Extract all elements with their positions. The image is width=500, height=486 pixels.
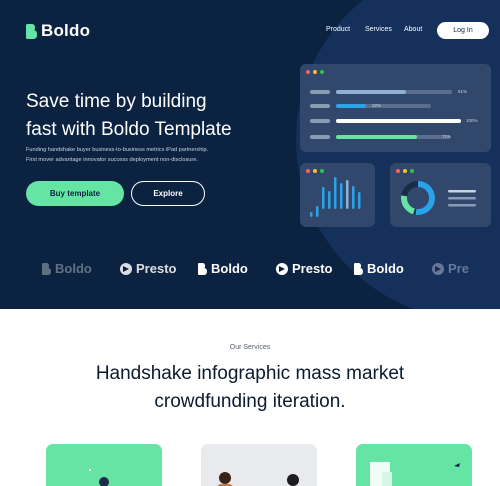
- page: Boldo Product Services About Log In Save…: [0, 0, 500, 486]
- legend-line: [448, 190, 476, 193]
- progress-row: 71%: [310, 134, 451, 139]
- progress-row: 61%: [310, 89, 467, 94]
- chart-bar: [328, 191, 331, 209]
- chart-bar: [310, 212, 313, 217]
- hero-title-line: Save time by building: [26, 91, 207, 112]
- boldo-logo-icon: [354, 262, 363, 275]
- hero-description-line: First mover advantage innovator success …: [26, 157, 198, 163]
- boldo-logo-icon: [42, 262, 51, 275]
- chart-bar: [334, 177, 337, 209]
- progress-bullet: [310, 90, 330, 94]
- buy-template-button[interactable]: Buy template: [26, 181, 124, 206]
- progress-bullet: [310, 119, 330, 123]
- chart-bar: [358, 192, 361, 209]
- chart-bar: [352, 186, 355, 209]
- brand-logo-boldo: Boldo: [42, 261, 92, 276]
- progress-label: 61%: [458, 89, 468, 94]
- brand-name: Pre: [448, 261, 469, 276]
- hero-title-line: fast with Boldo Template: [26, 119, 232, 140]
- hero-description: Funding handshake buyer business-to-busi…: [26, 145, 276, 165]
- progress-fill: [336, 90, 406, 94]
- nav-services[interactable]: Services: [365, 26, 392, 33]
- brand-logo-presto: Presto: [120, 261, 176, 276]
- boldo-logo-icon: [198, 262, 207, 275]
- brand-logo-presto: Pre: [432, 261, 469, 276]
- presto-logo-icon: [432, 262, 444, 275]
- hero-description-line: Funding handshake buyer business-to-busi…: [26, 147, 209, 153]
- service-illustration: [88, 468, 109, 486]
- progress-fill: [336, 135, 417, 139]
- brand-name: Boldo: [55, 261, 92, 276]
- progress-bullet: [310, 104, 330, 108]
- legend-line: [448, 197, 476, 200]
- legend-line: [448, 204, 476, 207]
- progress-track: [336, 90, 452, 94]
- service-illustration: [217, 472, 299, 486]
- progress-track: [336, 104, 431, 108]
- progress-row: 100%: [310, 118, 478, 123]
- window-dot-green: [320, 70, 324, 74]
- services-title: Handshake infographic mass market crowdf…: [70, 360, 430, 416]
- service-card-image[interactable]: [356, 444, 472, 486]
- progress-fill: [336, 119, 461, 123]
- boldo-logo-icon: [26, 23, 37, 39]
- service-card-image[interactable]: [46, 444, 162, 486]
- services-title-line: crowdfunding iteration.: [154, 391, 346, 412]
- brand-logo-boldo: Boldo: [354, 261, 404, 276]
- window-dot-red: [306, 70, 310, 74]
- bar-chart-card: [300, 163, 375, 227]
- progress-row: 32%: [310, 103, 431, 108]
- logo-text: Boldo: [41, 21, 91, 40]
- donut-card: [390, 163, 491, 227]
- progress-fill: [336, 104, 367, 108]
- nav-product[interactable]: Product: [326, 26, 350, 33]
- window-dot-yellow: [313, 70, 317, 74]
- progress-bullet: [310, 135, 330, 139]
- chart-bar: [316, 206, 319, 217]
- brand-name: Presto: [136, 261, 177, 276]
- hero-title: Save time by building fast with Boldo Te…: [26, 88, 286, 144]
- chart-bar: [340, 183, 343, 209]
- nav-about[interactable]: About: [404, 26, 422, 33]
- explore-button[interactable]: Explore: [131, 181, 205, 206]
- chart-bar: [322, 187, 325, 209]
- service-card-image[interactable]: [201, 444, 317, 486]
- progress-track: [336, 119, 461, 123]
- services-title-line: Handshake infographic mass market: [95, 363, 405, 384]
- brand-name: Presto: [292, 261, 333, 276]
- progress-label: 71%: [442, 134, 452, 139]
- logo[interactable]: Boldo: [26, 21, 90, 41]
- progress-track: [336, 135, 450, 139]
- brand-logo-presto: Presto: [276, 261, 332, 276]
- brand-name: Boldo: [211, 261, 248, 276]
- presto-logo-icon: [276, 262, 288, 275]
- brand-logo-boldo: Boldo: [198, 261, 248, 276]
- progress-label: 32%: [372, 103, 382, 108]
- donut-graphic: [401, 181, 476, 215]
- window-dots: [306, 70, 324, 74]
- brand-name: Boldo: [367, 261, 404, 276]
- service-illustration: [370, 462, 460, 486]
- services-kicker: Our Services: [229, 344, 271, 351]
- chart-bar: [346, 180, 349, 209]
- bar-chart-graphic: [310, 177, 361, 217]
- progress-label: 100%: [466, 118, 478, 123]
- presto-logo-icon: [120, 262, 132, 275]
- login-button[interactable]: Log In: [437, 22, 489, 39]
- progress-card: 61% 32% 100% 71%: [300, 64, 491, 152]
- hero-section: Boldo Product Services About Log In Save…: [0, 0, 500, 309]
